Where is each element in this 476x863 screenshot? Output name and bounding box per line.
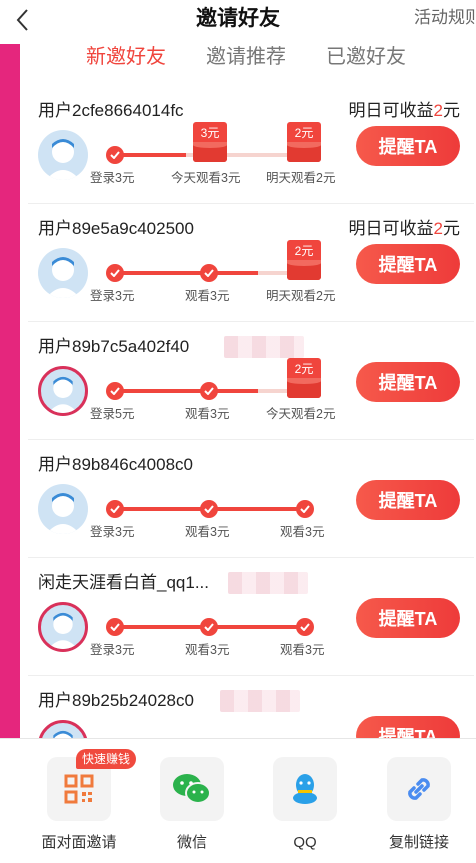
step-label: 观看3元 (185, 643, 230, 657)
remind-button[interactable]: 提醒TA (356, 362, 460, 402)
avatar (38, 366, 88, 416)
page-title: 邀请好友 (196, 7, 280, 30)
remind-button[interactable]: 提醒TA (356, 598, 460, 638)
check-icon (200, 264, 218, 282)
step-label: 登录3元 (90, 643, 135, 657)
user-name: 用户2cfe8664014fc (38, 101, 184, 120)
step-label: 明天观看2元 (266, 171, 336, 185)
progress-fill (116, 389, 258, 393)
user-name: 用户89e5a9c402500 (38, 219, 194, 238)
earn-text: 明日可收益2元 (348, 101, 460, 120)
blurred-text (224, 336, 304, 358)
link-icon (387, 757, 451, 821)
step-label: 观看3元 (280, 643, 325, 657)
avatar (38, 248, 88, 298)
step-label: 观看3元 (280, 525, 325, 539)
red-envelope-icon: 2元 (287, 358, 321, 398)
red-envelope-icon: 2元 (287, 240, 321, 280)
side-strip (0, 44, 20, 744)
avatar-face-icon (48, 612, 78, 649)
avatar-face-icon (46, 257, 80, 298)
avatar (38, 484, 88, 534)
tab-invited[interactable]: 已邀好友 (326, 42, 406, 72)
share-bar: 面对面邀请 快速赚钱 微信 QQ 复制链接 (0, 738, 476, 863)
list-item: 用户2cfe8664014fc 明日可收益2元 3元 2元 登录3元 今天观看3… (28, 86, 474, 204)
red-envelope-icon: 2元 (287, 122, 321, 162)
qq-icon (273, 757, 337, 821)
share-copy-link[interactable]: 复制链接 (374, 757, 464, 857)
top-bar: 邀请好友 活动规则 (0, 0, 476, 44)
user-name: 闲走天涯看白首_qq1... (38, 573, 209, 592)
check-icon (106, 500, 124, 518)
step-label: 登录3元 (90, 289, 135, 303)
avatar-face-icon (46, 493, 80, 534)
share-face-to-face[interactable]: 面对面邀请 (34, 757, 124, 857)
step-label: 观看3元 (185, 525, 230, 539)
check-icon (106, 382, 124, 400)
check-icon (106, 618, 124, 636)
step-label: 观看3元 (185, 289, 230, 303)
share-label: 面对面邀请 (41, 834, 117, 851)
list-item: 用户89e5a9c402500 明日可收益2元 2元 登录3元 观看3元 明天观… (28, 204, 474, 322)
progress-fill (116, 153, 186, 157)
rules-link[interactable]: 活动规则 (414, 5, 476, 31)
blurred-text (228, 572, 308, 594)
share-qq[interactable]: QQ (260, 757, 350, 857)
user-name: 用户89b7c5a402f40 (38, 337, 190, 356)
step-label: 明天观看2元 (266, 289, 336, 303)
blurred-text (220, 690, 300, 712)
earn-text: 明日可收益2元 (348, 219, 460, 238)
step-label: 登录3元 (90, 525, 135, 539)
step-label: 登录5元 (90, 407, 135, 421)
user-name: 用户89b846c4008c0 (38, 455, 194, 474)
progress-fill (116, 271, 258, 275)
check-icon (296, 618, 314, 636)
wechat-icon (160, 757, 224, 821)
remind-button[interactable]: 提醒TA (356, 480, 460, 520)
list-item: 闲走天涯看白首_qq1... 登录3元 观看3元 观看3元 提醒TA (28, 558, 474, 676)
step-label: 今天观看2元 (266, 407, 336, 421)
tab-recommend[interactable]: 邀请推荐 (206, 42, 286, 72)
user-name: 用户89b25b24028c0 (38, 691, 194, 710)
promo-badge: 快速赚钱 (76, 749, 137, 769)
tab-bar: 新邀好友 邀请推荐 已邀好友 (20, 40, 476, 84)
share-label: QQ (293, 834, 317, 851)
tab-new-friends[interactable]: 新邀好友 (86, 42, 166, 72)
check-icon (200, 618, 218, 636)
step-label: 观看3元 (185, 407, 230, 421)
share-label: 复制链接 (388, 834, 449, 851)
step-label: 今天观看3元 (171, 171, 241, 185)
check-icon (106, 264, 124, 282)
share-label: 微信 (176, 834, 207, 851)
share-wechat[interactable]: 微信 (147, 757, 237, 857)
check-icon (200, 382, 218, 400)
check-icon (106, 146, 124, 164)
avatar (38, 130, 88, 180)
avatar-face-icon (46, 139, 80, 180)
check-icon (296, 500, 314, 518)
check-icon (200, 500, 218, 518)
red-envelope-icon: 3元 (193, 122, 227, 162)
remind-button[interactable]: 提醒TA (356, 126, 460, 166)
remind-button[interactable]: 提醒TA (356, 244, 460, 284)
step-label: 登录3元 (90, 171, 135, 185)
avatar-face-icon (48, 376, 78, 413)
avatar (38, 602, 88, 652)
list-item: 用户89b846c4008c0 登录3元 观看3元 观看3元 提醒TA (28, 440, 474, 558)
list-item: 用户89b7c5a402f40 2元 登录5元 观看3元 今天观看2元 提醒TA (28, 322, 474, 440)
